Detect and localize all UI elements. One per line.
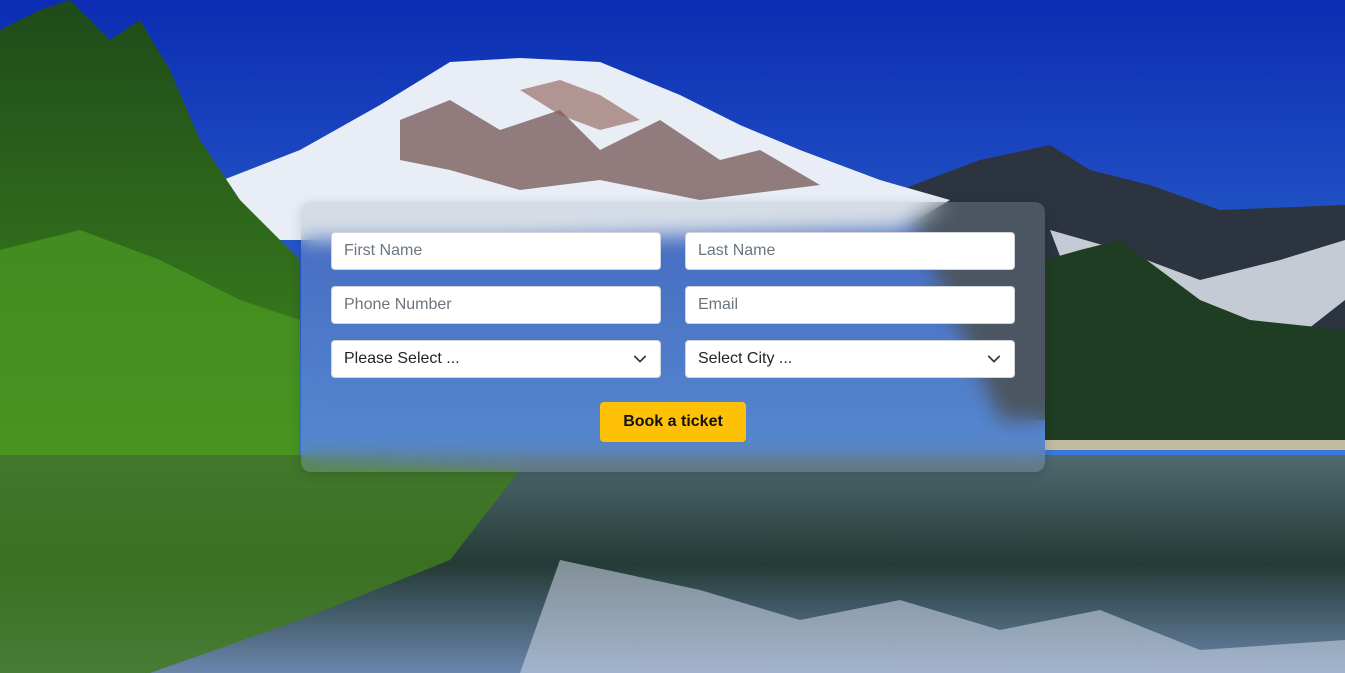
chevron-down-icon: [986, 351, 1002, 367]
booking-form-panel: Please Select ... Select City ... Book a…: [301, 202, 1045, 472]
please-select-dropdown[interactable]: Please Select ...: [331, 340, 661, 378]
phone-number-input[interactable]: [331, 286, 661, 324]
background-scene: Please Select ... Select City ... Book a…: [0, 0, 1345, 673]
last-name-input[interactable]: [685, 232, 1015, 270]
please-select-value: Please Select ...: [344, 350, 460, 367]
chevron-down-icon: [632, 351, 648, 367]
book-ticket-button[interactable]: Book a ticket: [600, 402, 746, 442]
select-city-dropdown[interactable]: Select City ...: [685, 340, 1015, 378]
first-name-input[interactable]: [331, 232, 661, 270]
select-city-value: Select City ...: [698, 350, 793, 367]
email-input[interactable]: [685, 286, 1015, 324]
